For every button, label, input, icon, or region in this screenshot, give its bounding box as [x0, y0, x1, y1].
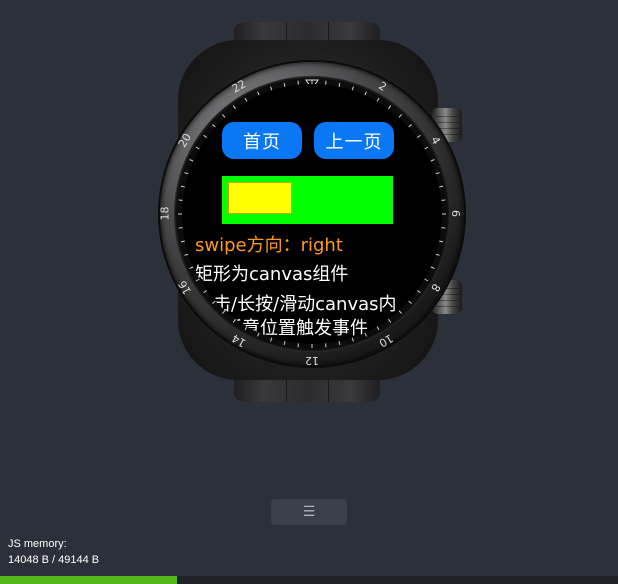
- memory-label: JS memory:: [8, 538, 67, 550]
- swipe-direction-text: swipe方向：right: [195, 235, 343, 256]
- bezel-tick: [338, 341, 341, 346]
- bezel-tick: [439, 185, 444, 188]
- info-line-1: 矩形为canvas组件: [195, 264, 349, 285]
- memory-bar-fill: [0, 576, 177, 584]
- bezel-tick: [388, 318, 392, 323]
- menu-button[interactable]: ☰: [271, 499, 347, 525]
- bezel-tick: [283, 341, 286, 346]
- bezel-numeral: 6: [449, 210, 462, 217]
- bezel-tick: [430, 159, 435, 162]
- info-line-3: 任意位置触发事件: [224, 318, 368, 339]
- canvas-component[interactable]: [222, 176, 393, 224]
- memory-bar: [0, 576, 618, 584]
- bezel-tick: [416, 290, 421, 294]
- canvas-inner-rect: [228, 182, 292, 214]
- bezel-tick: [398, 310, 403, 314]
- bezel-numeral: 12: [305, 354, 319, 367]
- simulator-page: 2 4 6 8 10 12 14 16 18 20 22 首页 上一页 swipe方向：right …: [0, 0, 618, 584]
- watch-screen: 首页 上一页 swipe方向：right 矩形为canvas组件 点击/长按/滑…: [182, 84, 442, 344]
- previous-page-button[interactable]: 上一页: [314, 122, 394, 159]
- bezel-tick: [435, 253, 440, 256]
- home-button[interactable]: 首页: [222, 122, 302, 159]
- info-line-2: 点击/长按/滑动canvas内: [195, 294, 397, 315]
- bezel-tick: [430, 266, 435, 269]
- memory-value: 14048 B / 49144 B: [8, 554, 100, 566]
- bezel-tick: [439, 240, 444, 243]
- bezel-tick: [435, 172, 440, 175]
- bezel-numeral: 18: [158, 206, 172, 221]
- bezel-tick: [408, 300, 412, 305]
- menu-icon: ☰: [302, 504, 316, 520]
- bezel-tick: [416, 134, 421, 138]
